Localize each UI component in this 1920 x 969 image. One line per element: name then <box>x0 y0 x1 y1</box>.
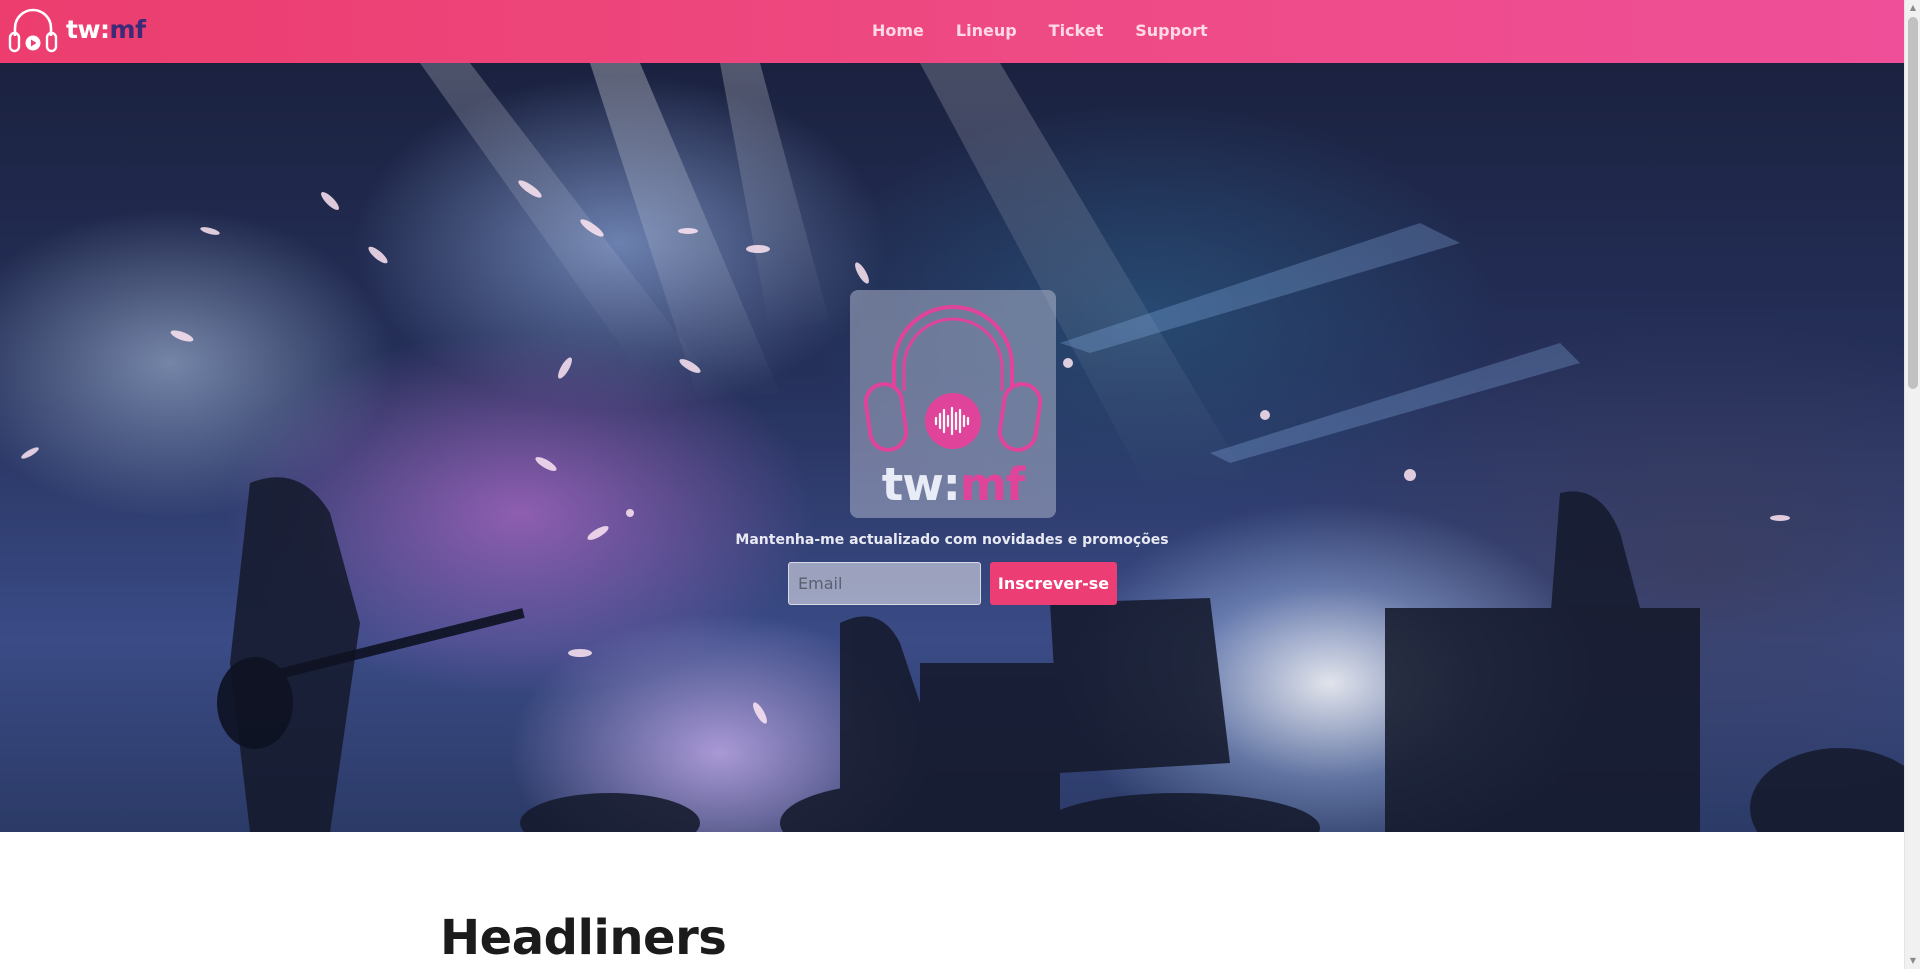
brand-prefix: tw: <box>66 15 110 44</box>
hero-section: tw:mf Mantenha-me actualizado com novida… <box>0 63 1904 832</box>
newsletter-label: Mantenha-me actualizado com novidades e … <box>735 532 1169 548</box>
headliners-title: Headliners <box>440 910 727 966</box>
nav-support-link[interactable]: Support <box>1135 20 1207 42</box>
scroll-up-icon[interactable]: ▲ <box>1905 0 1920 16</box>
brand-suffix: mf <box>109 15 146 44</box>
email-input[interactable] <box>788 562 981 605</box>
brand-name[interactable]: tw:mf <box>66 14 146 46</box>
hero-brand-prefix: tw: <box>881 458 961 511</box>
top-navbar: tw:mf Home Lineup Ticket Support <box>0 0 1904 63</box>
headphones-soundwave-icon <box>864 305 1042 452</box>
nav-lineup-link[interactable]: Lineup <box>956 20 1017 42</box>
main-nav: Home Lineup Ticket Support <box>872 20 1240 42</box>
page-scrollbar[interactable]: ▲ ▼ <box>1904 0 1920 969</box>
nav-home-link[interactable]: Home <box>872 20 924 42</box>
subscribe-button[interactable]: Inscrever-se <box>990 562 1117 605</box>
headphones-logo-icon[interactable] <box>7 6 59 58</box>
hero-brand-name: tw:mf <box>850 460 1056 510</box>
hero-logo-card: tw:mf <box>850 290 1056 518</box>
scroll-down-icon[interactable]: ▼ <box>1905 953 1920 969</box>
scroll-thumb[interactable] <box>1908 17 1918 389</box>
nav-ticket-link[interactable]: Ticket <box>1049 20 1104 42</box>
hero-brand-suffix: mf <box>959 458 1025 511</box>
